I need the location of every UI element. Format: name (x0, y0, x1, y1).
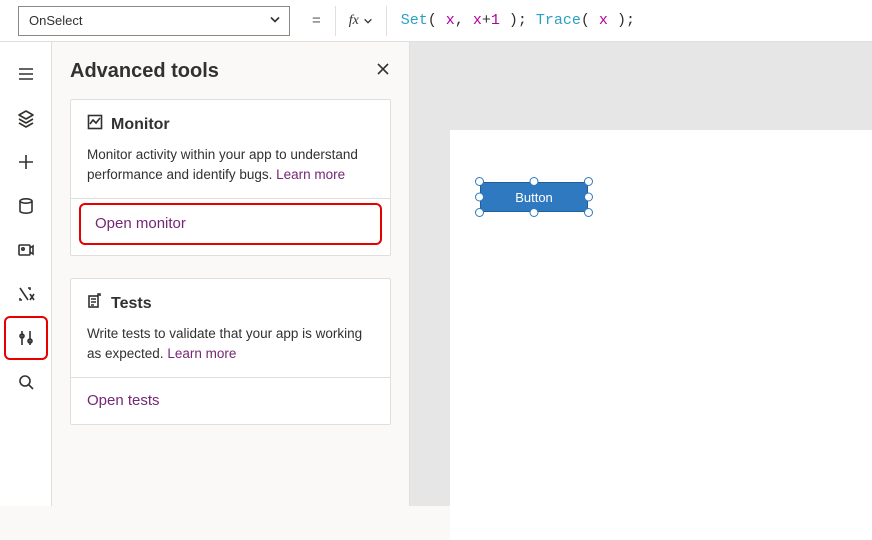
monitor-card: Monitor Monitor activity within your app… (70, 99, 391, 256)
resize-handle[interactable] (530, 208, 539, 217)
canvas-area[interactable]: Button (410, 42, 872, 506)
search-icon[interactable] (8, 360, 44, 404)
monitor-title: Monitor (111, 116, 170, 134)
resize-handle[interactable] (475, 193, 484, 202)
canvas-button-label: Button (515, 190, 553, 205)
chevron-down-icon (363, 16, 373, 26)
open-tests-link[interactable]: Open tests (87, 392, 160, 409)
fx-button[interactable]: fx (335, 6, 387, 36)
resize-handle[interactable] (584, 193, 593, 202)
formula-input[interactable]: Set( x, x+1 ); Trace( x ); (387, 6, 872, 36)
monitor-desc: Monitor activity within your app to unde… (87, 145, 374, 184)
canvas-page[interactable]: Button (450, 130, 872, 540)
tests-icon (87, 293, 103, 314)
equals-label: = (312, 12, 321, 29)
left-rail (0, 42, 52, 506)
tests-card: Tests Write tests to validate that your … (70, 278, 391, 425)
selected-control[interactable]: Button (480, 182, 588, 212)
resize-handle[interactable] (475, 208, 484, 217)
resize-handle[interactable] (475, 177, 484, 186)
plus-icon[interactable] (8, 140, 44, 184)
monitor-icon (87, 114, 103, 135)
hamburger-icon[interactable] (8, 52, 44, 96)
advanced-tools-panel: Advanced tools Monitor Monitor activity … (52, 42, 410, 506)
media-icon[interactable] (8, 228, 44, 272)
database-icon[interactable] (8, 184, 44, 228)
tests-learn-link[interactable]: Learn more (167, 346, 236, 361)
property-select[interactable]: OnSelect (18, 6, 290, 36)
close-icon[interactable] (375, 61, 391, 82)
panel-title: Advanced tools (70, 60, 219, 83)
open-monitor-link[interactable]: Open monitor (95, 215, 186, 232)
resize-handle[interactable] (584, 208, 593, 217)
tests-title: Tests (111, 295, 152, 313)
tests-desc: Write tests to validate that your app is… (87, 324, 374, 363)
layers-icon[interactable] (8, 96, 44, 140)
resize-handle[interactable] (530, 177, 539, 186)
property-select-label: OnSelect (29, 13, 82, 28)
fx-label: fx (349, 13, 359, 29)
chevron-down-icon (269, 13, 281, 28)
formula-bar: OnSelect = fx Set( x, x+1 ); Trace( x ); (0, 0, 872, 42)
resize-handle[interactable] (584, 177, 593, 186)
monitor-learn-link[interactable]: Learn more (276, 167, 345, 182)
tools-icon[interactable] (8, 320, 44, 356)
variables-icon[interactable] (8, 272, 44, 316)
